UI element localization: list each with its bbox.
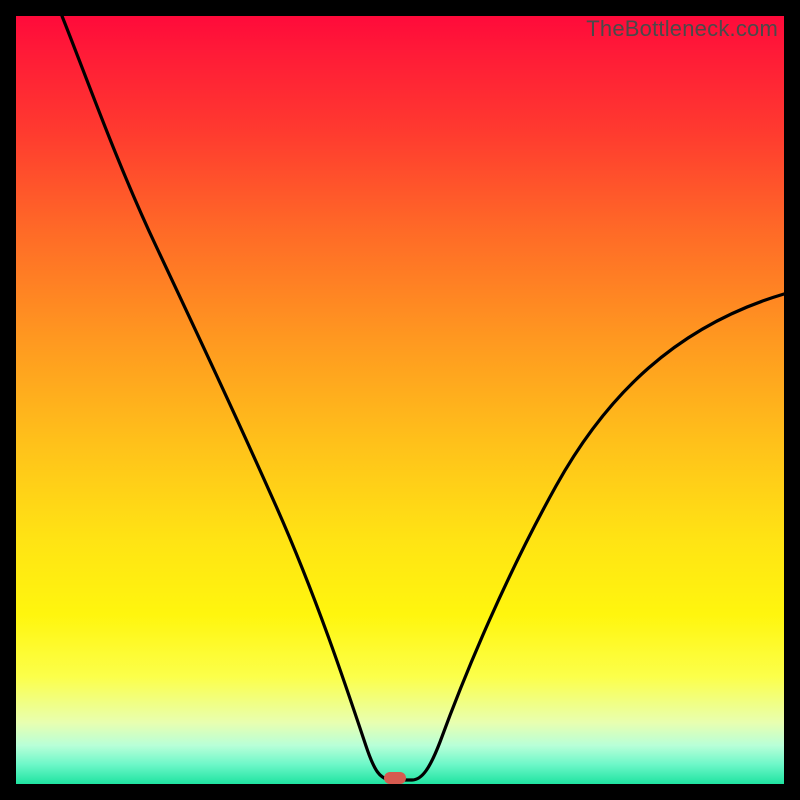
optimal-marker — [384, 772, 406, 784]
plot-area: TheBottleneck.com — [16, 16, 784, 784]
curve-path — [62, 16, 784, 780]
bottleneck-curve — [16, 16, 784, 784]
chart-frame: TheBottleneck.com — [0, 0, 800, 800]
